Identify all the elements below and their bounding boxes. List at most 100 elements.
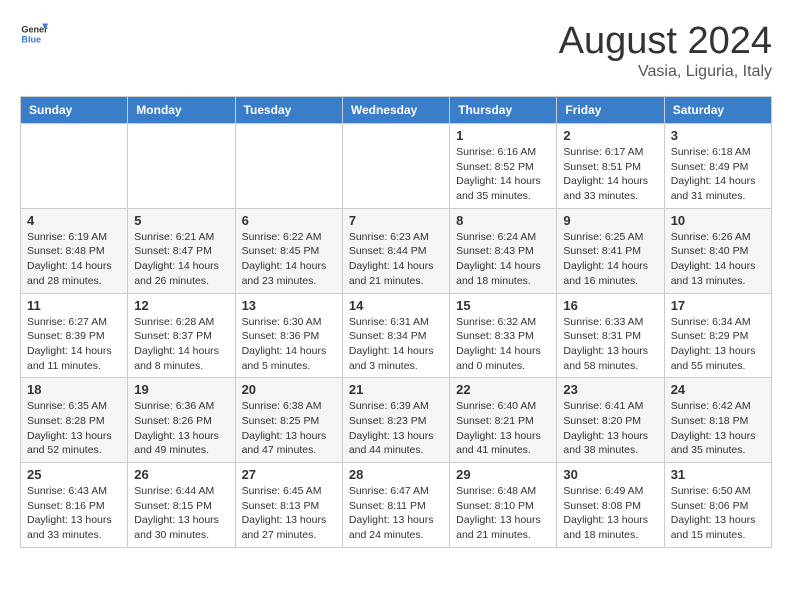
- table-row: 9 Sunrise: 6:25 AM Sunset: 8:41 PM Daylig…: [557, 208, 664, 293]
- day-info: Sunrise: 6:35 AM Sunset: 8:28 PM Dayligh…: [27, 399, 121, 458]
- day-info: Sunrise: 6:21 AM Sunset: 8:47 PM Dayligh…: [134, 230, 228, 289]
- day-number: 26: [134, 467, 228, 482]
- col-friday: Friday: [557, 97, 664, 124]
- day-number: 2: [563, 128, 657, 143]
- day-number: 25: [27, 467, 121, 482]
- day-info: Sunrise: 6:17 AM Sunset: 8:51 PM Dayligh…: [563, 145, 657, 204]
- calendar-week-row: 1 Sunrise: 6:16 AM Sunset: 8:52 PM Daylig…: [21, 124, 772, 209]
- col-monday: Monday: [128, 97, 235, 124]
- day-info: Sunrise: 6:40 AM Sunset: 8:21 PM Dayligh…: [456, 399, 550, 458]
- day-number: 17: [671, 298, 765, 313]
- day-number: 1: [456, 128, 550, 143]
- day-number: 8: [456, 213, 550, 228]
- table-row: 26 Sunrise: 6:44 AM Sunset: 8:15 PM Dayli…: [128, 463, 235, 548]
- day-info: Sunrise: 6:31 AM Sunset: 8:34 PM Dayligh…: [349, 315, 443, 374]
- table-row: 21 Sunrise: 6:39 AM Sunset: 8:23 PM Dayli…: [342, 378, 449, 463]
- day-info: Sunrise: 6:32 AM Sunset: 8:33 PM Dayligh…: [456, 315, 550, 374]
- table-row: 25 Sunrise: 6:43 AM Sunset: 8:16 PM Dayli…: [21, 463, 128, 548]
- day-number: 28: [349, 467, 443, 482]
- day-number: 20: [242, 382, 336, 397]
- header: General Blue August 2024 Vasia, Liguria,…: [20, 20, 772, 81]
- calendar: Sunday Monday Tuesday Wednesday Thursday…: [20, 96, 772, 548]
- table-row: 13 Sunrise: 6:30 AM Sunset: 8:36 PM Dayli…: [235, 293, 342, 378]
- table-row: 20 Sunrise: 6:38 AM Sunset: 8:25 PM Dayli…: [235, 378, 342, 463]
- day-info: Sunrise: 6:38 AM Sunset: 8:25 PM Dayligh…: [242, 399, 336, 458]
- day-info: Sunrise: 6:25 AM Sunset: 8:41 PM Dayligh…: [563, 230, 657, 289]
- day-info: Sunrise: 6:24 AM Sunset: 8:43 PM Dayligh…: [456, 230, 550, 289]
- table-row: 16 Sunrise: 6:33 AM Sunset: 8:31 PM Dayli…: [557, 293, 664, 378]
- table-row: 29Sunrise: 6:48 AM Sunset: 8:10 PM Dayli…: [450, 463, 557, 548]
- table-row: 8 Sunrise: 6:24 AM Sunset: 8:43 PM Daylig…: [450, 208, 557, 293]
- table-row: 11 Sunrise: 6:27 AM Sunset: 8:39 PM Dayli…: [21, 293, 128, 378]
- table-row: 7 Sunrise: 6:23 AM Sunset: 8:44 PM Daylig…: [342, 208, 449, 293]
- table-row: [235, 124, 342, 209]
- day-number: 5: [134, 213, 228, 228]
- day-info: Sunrise: 6:27 AM Sunset: 8:39 PM Dayligh…: [27, 315, 121, 374]
- table-row: 15 Sunrise: 6:32 AM Sunset: 8:33 PM Dayli…: [450, 293, 557, 378]
- col-tuesday: Tuesday: [235, 97, 342, 124]
- table-row: 23 Sunrise: 6:41 AM Sunset: 8:20 PM Dayli…: [557, 378, 664, 463]
- day-number: 3: [671, 128, 765, 143]
- day-number: 21: [349, 382, 443, 397]
- svg-text:Blue: Blue: [21, 34, 41, 44]
- day-info: Sunrise: 6:39 AM Sunset: 8:23 PM Dayligh…: [349, 399, 443, 458]
- day-info: Sunrise: 6:43 AM Sunset: 8:16 PM Dayligh…: [27, 484, 121, 543]
- day-number: 27: [242, 467, 336, 482]
- table-row: 2 Sunrise: 6:17 AM Sunset: 8:51 PM Daylig…: [557, 124, 664, 209]
- day-info: Sunrise: 6:50 AM Sunset: 8:06 PM Dayligh…: [671, 484, 765, 543]
- day-info: Sunrise: 6:30 AM Sunset: 8:36 PM Dayligh…: [242, 315, 336, 374]
- day-number: 22: [456, 382, 550, 397]
- col-thursday: Thursday: [450, 97, 557, 124]
- day-number: 13: [242, 298, 336, 313]
- day-number: 24: [671, 382, 765, 397]
- table-row: 1 Sunrise: 6:16 AM Sunset: 8:52 PM Daylig…: [450, 124, 557, 209]
- table-row: 14 Sunrise: 6:31 AM Sunset: 8:34 PM Dayli…: [342, 293, 449, 378]
- calendar-week-row: 11 Sunrise: 6:27 AM Sunset: 8:39 PM Dayli…: [21, 293, 772, 378]
- day-info: Sunrise: 6:16 AM Sunset: 8:52 PM Dayligh…: [456, 145, 550, 204]
- logo: General Blue: [20, 20, 48, 48]
- day-info: Sunrise: 6:44 AM Sunset: 8:15 PM Dayligh…: [134, 484, 228, 543]
- table-row: 18Sunrise: 6:35 AM Sunset: 8:28 PM Dayli…: [21, 378, 128, 463]
- month-year: August 2024: [559, 20, 772, 63]
- day-number: 15: [456, 298, 550, 313]
- table-row: 28 Sunrise: 6:47 AM Sunset: 8:11 PM Dayli…: [342, 463, 449, 548]
- table-row: 4Sunrise: 6:19 AM Sunset: 8:48 PM Daylig…: [21, 208, 128, 293]
- day-number: 19: [134, 382, 228, 397]
- day-info: Sunrise: 6:34 AM Sunset: 8:29 PM Dayligh…: [671, 315, 765, 374]
- day-number: 7: [349, 213, 443, 228]
- table-row: [342, 124, 449, 209]
- day-info: Sunrise: 6:47 AM Sunset: 8:11 PM Dayligh…: [349, 484, 443, 543]
- day-number: 23: [563, 382, 657, 397]
- day-number: 11: [27, 298, 121, 313]
- day-info: Sunrise: 6:18 AM Sunset: 8:49 PM Dayligh…: [671, 145, 765, 204]
- table-row: 12Sunrise: 6:28 AM Sunset: 8:37 PM Dayli…: [128, 293, 235, 378]
- table-row: 10 Sunrise: 6:26 AM Sunset: 8:40 PM Dayli…: [664, 208, 771, 293]
- table-row: [21, 124, 128, 209]
- table-row: 31 Sunrise: 6:50 AM Sunset: 8:06 PM Dayli…: [664, 463, 771, 548]
- calendar-week-row: 25 Sunrise: 6:43 AM Sunset: 8:16 PM Dayli…: [21, 463, 772, 548]
- table-row: 24Sunrise: 6:42 AM Sunset: 8:18 PM Dayli…: [664, 378, 771, 463]
- day-info: Sunrise: 6:26 AM Sunset: 8:40 PM Dayligh…: [671, 230, 765, 289]
- day-number: 14: [349, 298, 443, 313]
- title-section: August 2024 Vasia, Liguria, Italy: [559, 20, 772, 81]
- day-number: 6: [242, 213, 336, 228]
- day-info: Sunrise: 6:23 AM Sunset: 8:44 PM Dayligh…: [349, 230, 443, 289]
- calendar-week-row: 4Sunrise: 6:19 AM Sunset: 8:48 PM Daylig…: [21, 208, 772, 293]
- logo-icon: General Blue: [20, 20, 48, 48]
- location: Vasia, Liguria, Italy: [559, 63, 772, 81]
- day-info: Sunrise: 6:48 AM Sunset: 8:10 PM Dayligh…: [456, 484, 550, 543]
- day-number: 9: [563, 213, 657, 228]
- day-number: 10: [671, 213, 765, 228]
- table-row: 27Sunrise: 6:45 AM Sunset: 8:13 PM Dayli…: [235, 463, 342, 548]
- table-row: 6 Sunrise: 6:22 AM Sunset: 8:45 PM Daylig…: [235, 208, 342, 293]
- day-info: Sunrise: 6:22 AM Sunset: 8:45 PM Dayligh…: [242, 230, 336, 289]
- day-number: 16: [563, 298, 657, 313]
- day-info: Sunrise: 6:19 AM Sunset: 8:48 PM Dayligh…: [27, 230, 121, 289]
- table-row: 17 Sunrise: 6:34 AM Sunset: 8:29 PM Dayli…: [664, 293, 771, 378]
- day-info: Sunrise: 6:49 AM Sunset: 8:08 PM Dayligh…: [563, 484, 657, 543]
- day-info: Sunrise: 6:33 AM Sunset: 8:31 PM Dayligh…: [563, 315, 657, 374]
- table-row: 22 Sunrise: 6:40 AM Sunset: 8:21 PM Dayli…: [450, 378, 557, 463]
- table-row: 19Sunrise: 6:36 AM Sunset: 8:26 PM Dayli…: [128, 378, 235, 463]
- day-number: 31: [671, 467, 765, 482]
- day-info: Sunrise: 6:41 AM Sunset: 8:20 PM Dayligh…: [563, 399, 657, 458]
